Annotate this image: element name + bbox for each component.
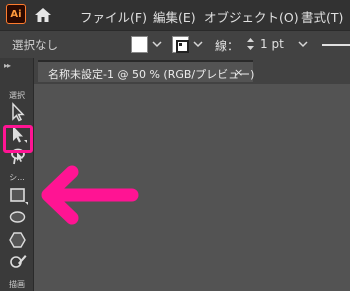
fill-chevron-down-icon[interactable] bbox=[152, 39, 162, 49]
shaper-tool[interactable] bbox=[7, 252, 29, 272]
home-icon[interactable] bbox=[34, 6, 52, 24]
stroke-weight-chevron-down-icon[interactable] bbox=[298, 39, 308, 49]
collapse-toolbar-icon[interactable]: ▸▸ bbox=[4, 61, 11, 70]
selection-arrow-icon bbox=[12, 102, 25, 122]
shaper-icon bbox=[10, 255, 27, 268]
document-tab[interactable]: 名称未設定-1 @ 50 % (RGB/プレビュー) × bbox=[38, 60, 255, 82]
rectangle-icon bbox=[10, 188, 28, 205]
tool-group-label-draw: 描画 bbox=[9, 280, 25, 289]
stroke-chevron-down-icon[interactable] bbox=[193, 39, 203, 49]
selection-tool[interactable] bbox=[7, 102, 29, 122]
tool-group-label-select: 選択 bbox=[9, 91, 25, 100]
document-tab-label: 名称未設定-1 @ 50 % (RGB/プレビュー) bbox=[48, 68, 255, 81]
stroke-weight-input[interactable]: 1 pt bbox=[260, 37, 284, 51]
polygon-tool[interactable] bbox=[7, 230, 29, 250]
stroke-color-swatch[interactable] bbox=[172, 36, 189, 53]
rectangle-tool[interactable] bbox=[7, 186, 29, 206]
control-bar: 選択なし 線： 1 pt bbox=[0, 30, 350, 58]
stroke-style-preview[interactable] bbox=[322, 44, 350, 46]
menu-edit[interactable]: 編集(E) bbox=[153, 7, 196, 26]
pointer-arrow-icon bbox=[41, 165, 139, 225]
rectangle-tool-highlight bbox=[3, 125, 33, 153]
menu-bar: Ai ファイル(F) 編集(E) オブジェクト(O) 書式(T) bbox=[0, 0, 350, 30]
tool-group-label-shape: シ... bbox=[9, 173, 25, 182]
app-logo-icon: Ai bbox=[6, 4, 26, 24]
menu-type[interactable]: 書式(T) bbox=[301, 7, 343, 26]
stroke-label[interactable]: 線： bbox=[215, 37, 239, 54]
illustrator-window: Ai ファイル(F) 編集(E) オブジェクト(O) 書式(T) 選択なし 線：… bbox=[0, 0, 350, 291]
stroke-weight-stepper-icon[interactable] bbox=[246, 37, 255, 51]
ellipse-icon bbox=[9, 211, 26, 223]
close-icon[interactable]: × bbox=[234, 66, 243, 79]
tools-panel: ▸▸ 選択 シ... 描画 bbox=[0, 58, 34, 291]
menu-file[interactable]: ファイル(F) bbox=[80, 7, 147, 26]
selection-status: 選択なし bbox=[12, 38, 58, 52]
fill-color-swatch[interactable] bbox=[131, 36, 148, 53]
polygon-icon bbox=[9, 232, 26, 248]
ellipse-tool[interactable] bbox=[7, 208, 29, 228]
menu-object[interactable]: オブジェクト(O) bbox=[204, 7, 299, 26]
